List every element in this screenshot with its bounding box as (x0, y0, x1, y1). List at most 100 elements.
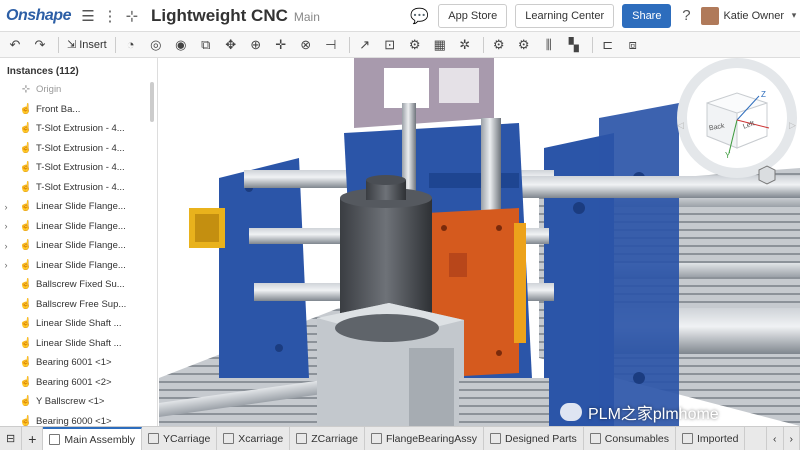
list-item[interactable]: ☝ T-Slot Extrusion - 4... (0, 119, 157, 139)
gear-relation-icon[interactable]: ⚙ (404, 34, 426, 56)
undo-icon[interactable]: ↶ (4, 34, 26, 56)
list-item[interactable]: ☝ T-Slot Extrusion - 4... (0, 178, 157, 198)
view-cube[interactable] (677, 58, 797, 178)
axis-y-label: Y (725, 151, 731, 160)
feature-list-icon[interactable]: ⋮ (99, 5, 121, 27)
insert-button[interactable]: ⇲ Insert (63, 38, 111, 52)
tab-scroll-right-icon[interactable]: › (784, 427, 800, 450)
avatar[interactable] (701, 6, 720, 25)
viewcube-arrow-right-icon[interactable]: ▷ (789, 120, 796, 131)
list-item-label: Y Ballscrew <1> (36, 396, 105, 408)
add-tab-icon[interactable]: + (22, 427, 44, 450)
tab-type-icon (589, 433, 601, 444)
tab-designed-parts[interactable]: Designed Parts (484, 427, 584, 450)
cylindrical-mate-icon[interactable]: ⊕ (245, 34, 267, 56)
chevron-right-icon[interactable]: › (0, 260, 12, 270)
tab-type-icon (370, 433, 382, 444)
named-position-icon[interactable]: ▚ (563, 34, 585, 56)
tab-ycarriage[interactable]: YCarriage (142, 427, 218, 450)
user-name[interactable]: Katie Owner (723, 10, 784, 22)
learning-center-button[interactable]: Learning Center (515, 3, 615, 28)
list-item-label: T-Slot Extrusion - 4... (36, 181, 125, 193)
comment-icon[interactable]: 💬 (408, 5, 430, 27)
help-icon[interactable]: ? (675, 5, 697, 27)
redo-icon[interactable]: ↷ (29, 34, 51, 56)
chevron-right-icon[interactable]: › (0, 202, 12, 212)
tab-list-icon[interactable]: ⊟ (0, 427, 23, 450)
list-item-label: Linear Slide Shaft ... (36, 318, 122, 330)
list-item-label: Front Ba... (36, 103, 81, 115)
tab-type-icon (490, 433, 501, 444)
onshape-logo[interactable]: Onshape (6, 7, 71, 25)
pin-slot-mate-icon[interactable]: ✛ (270, 34, 292, 56)
list-item[interactable]: ☝ T-Slot Extrusion - 4... (0, 139, 157, 159)
graphics-viewport[interactable]: Back Left Z Y ◁ ▷ (159, 58, 800, 426)
rack-relation-icon[interactable]: ▦ (429, 34, 451, 56)
chevron-right-icon[interactable]: › (0, 221, 12, 231)
tab-type-icon (148, 433, 160, 444)
origin-icon: ⊹ (21, 84, 31, 96)
app-store-button[interactable]: App Store (438, 3, 508, 28)
list-item[interactable]: ☝ T-Slot Extrusion - 4... (0, 158, 157, 178)
list-item-label: Linear Slide Shaft ... (36, 337, 122, 349)
view-options-cube-icon[interactable] (758, 165, 776, 185)
branch-label[interactable]: Main (294, 10, 320, 24)
sidebar-scrollbar[interactable] (150, 82, 154, 122)
cnc-model-render[interactable] (159, 58, 800, 426)
tab-xcarriage[interactable]: Xcarriage (217, 427, 291, 450)
list-item[interactable]: ☝ Y Ballscrew <1> (0, 392, 157, 412)
chevron-right-icon[interactable]: › (0, 241, 12, 251)
part-instance-icon: ☝ (19, 103, 33, 115)
screw-relation-icon[interactable]: ✲ (454, 34, 476, 56)
list-item[interactable]: ☝ Ballscrew Fixed Su... (0, 275, 157, 295)
list-item[interactable]: ☝ Linear Slide Shaft ... (0, 334, 157, 354)
list-item-label: Bearing 6001 <1> (36, 357, 112, 369)
chevron-down-icon[interactable]: ▾ (788, 5, 800, 27)
explode-icon[interactable]: ⫼ (538, 34, 560, 56)
part-instance-icon: ☝ (19, 376, 33, 388)
planar-mate-icon[interactable]: ✥ (220, 34, 242, 56)
tab-zcarriage[interactable]: ZCarriage (290, 427, 365, 450)
tab-scroll-left-icon[interactable]: ‹ (766, 427, 784, 450)
tab-flangebearingassy[interactable]: FlangeBearingAssy (365, 427, 484, 450)
watermark-text: PLM之家plmhome (588, 406, 719, 423)
tab-consumables[interactable]: Consumables (584, 427, 676, 450)
assembly-toolbar: ↶ ↷ ⇲ Insert ◔ ◎ ◉ ⧉ ✥ ⊕ ✛ ⊗ ⊣ ↗ ⊡ ⚙ ▦ ✲… (0, 32, 800, 58)
list-item[interactable]: › ☝ Linear Slide Flange... (0, 256, 157, 276)
insert-icon: ⇲ (67, 39, 77, 51)
tab-imported[interactable]: Imported (676, 427, 746, 450)
instances-panel: Instances (112) ⊹ Origin ☝ Front Ba... ☝ T-Sl… (0, 58, 158, 427)
replicate-icon[interactable]: ◔ (120, 34, 142, 56)
insert-label: Insert (79, 38, 107, 51)
list-item[interactable]: ☝ Linear Slide Shaft ... (0, 314, 157, 334)
linear-relation-icon[interactable]: ⚙ (488, 34, 510, 56)
mate-connector-icon[interactable]: ↗ (354, 34, 376, 56)
revolute-mate-icon[interactable]: ◉ (170, 34, 192, 56)
list-item[interactable]: › ☝ Linear Slide Flange... (0, 217, 157, 237)
settings-gear-icon[interactable]: ⚙ (513, 34, 535, 56)
list-item-label: Linear Slide Flange... (36, 220, 126, 232)
part-instance-icon: ☝ (19, 123, 33, 135)
tab-bar: ⊟ + Main Assembly YCarriage Xcarriage ZCarr… (0, 426, 800, 450)
list-item[interactable]: ☝ Front Ba... (0, 100, 157, 120)
section-view-icon[interactable]: ⊏ (597, 34, 619, 56)
fastened-mate-icon[interactable]: ◎ (145, 34, 167, 56)
document-title[interactable]: Lightweight CNC (151, 6, 288, 26)
viewcube-arrow-left-icon[interactable]: ◁ (677, 120, 684, 131)
parallel-mate-icon[interactable]: ⊣ (320, 34, 342, 56)
add-icon[interactable]: ⊹ (121, 5, 143, 27)
list-item[interactable]: › ☝ Linear Slide Flange... (0, 197, 157, 217)
list-item[interactable]: ☝ Bearing 6001 <1> (0, 353, 157, 373)
menu-icon[interactable]: ☰ (77, 5, 99, 27)
list-item[interactable]: ☝ Bearing 6001 <2> (0, 373, 157, 393)
list-item[interactable]: ⊹ Origin (0, 80, 157, 100)
group-icon[interactable]: ⊡ (379, 34, 401, 56)
list-item[interactable]: ☝ Ballscrew Free Sup... (0, 295, 157, 315)
slider-mate-icon[interactable]: ⧉ (195, 34, 217, 56)
measure-icon[interactable]: ⧈ (622, 34, 644, 56)
list-item[interactable]: › ☝ Linear Slide Flange... (0, 236, 157, 256)
share-button[interactable]: Share (622, 3, 672, 28)
tab-main-assembly[interactable]: Main Assembly (43, 427, 143, 450)
ball-mate-icon[interactable]: ⊗ (295, 34, 317, 56)
tab-label: Main Assembly (64, 433, 136, 446)
